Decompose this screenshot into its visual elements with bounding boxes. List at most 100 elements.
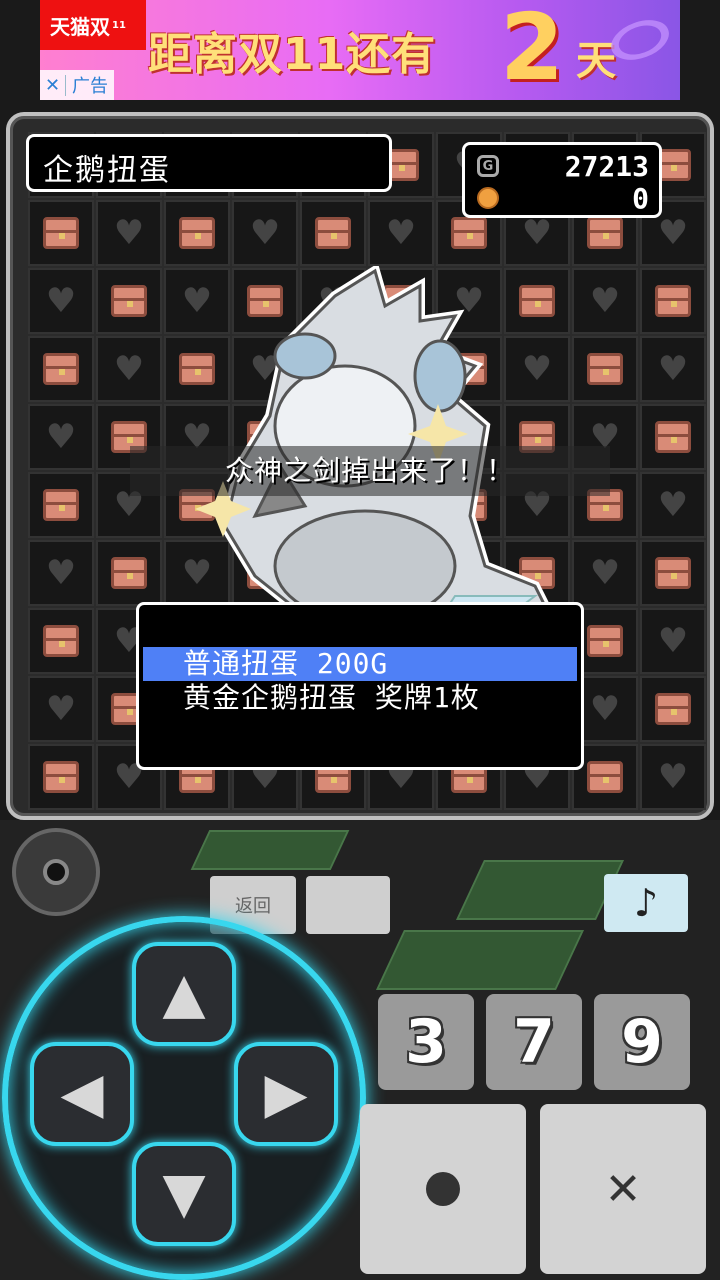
heart-icon: ♥ (657, 349, 689, 389)
heart-icon: ♥ (657, 621, 689, 661)
heart-icon: ♥ (589, 689, 621, 729)
treasure-chest-icon (43, 489, 79, 521)
cancel-button[interactable]: ✕ (540, 1104, 706, 1274)
treasure-chest-icon (655, 285, 691, 317)
ad-label[interactable]: ✕ 广告 (40, 70, 114, 100)
confirm-button[interactable] (360, 1104, 526, 1274)
heart-icon: ♥ (113, 349, 145, 389)
heart-icon: ♥ (521, 213, 553, 253)
treasure-chest-icon (43, 217, 79, 249)
arrow-down-icon: ▼ (162, 1161, 206, 1226)
heart-icon: ♥ (385, 213, 417, 253)
settings-gear-icon[interactable] (12, 828, 100, 916)
drop-message: 众神之剑掉出来了！！ (130, 446, 610, 496)
heart-icon: ♥ (45, 689, 77, 729)
key-3-button[interactable]: 3 (378, 994, 474, 1090)
heart-tile: ♥ (28, 268, 94, 334)
treasure-chest-icon (111, 285, 147, 317)
heart-icon: ♥ (589, 281, 621, 321)
background-tile (190, 830, 350, 870)
treasure-chest-icon (43, 761, 79, 793)
heart-tile: ♥ (640, 472, 706, 538)
treasure-chest-icon (587, 217, 623, 249)
gold-amount: 27213 (564, 149, 649, 183)
heart-tile: ♥ (640, 336, 706, 402)
dpad-left-button[interactable]: ◀ (30, 1042, 134, 1146)
game-screen: ♥♥♥♥♥♥♥♥♥♥♥♥♥♥♥♥♥♥♥♥♥♥♥♥♥♥♥♥♥♥♥♥♥♥♥♥♥♥♥♥… (6, 112, 714, 820)
background-tile (456, 860, 624, 920)
medal-icon (477, 187, 499, 209)
chest-tile (28, 744, 94, 810)
menu-item-normal-gacha[interactable]: 普通扭蛋 200G (143, 647, 577, 681)
music-toggle-button[interactable]: ♪ (604, 874, 688, 932)
heart-tile: ♥ (96, 336, 162, 402)
heart-tile: ♥ (368, 200, 434, 266)
chest-tile (572, 336, 638, 402)
heart-icon: ♥ (45, 417, 77, 457)
close-icon[interactable]: ✕ (40, 74, 66, 96)
background-tile (376, 930, 584, 990)
heart-icon: ♥ (657, 485, 689, 525)
ad-days: 2 (500, 0, 565, 100)
ad-headline: 距离双11还有 (148, 29, 437, 80)
chest-tile (300, 200, 366, 266)
blank-button[interactable] (306, 876, 390, 934)
treasure-chest-icon (43, 353, 79, 385)
medal-count: 0 (632, 181, 649, 215)
heart-icon: ♥ (249, 213, 281, 253)
chest-tile (164, 200, 230, 266)
heart-tile: ♥ (572, 268, 638, 334)
heart-icon: ♥ (589, 553, 621, 593)
heart-tile: ♥ (232, 200, 298, 266)
heart-tile: ♥ (28, 404, 94, 470)
dpad: ▲ ◀ ▶ ▼ (2, 916, 366, 1280)
chest-tile (640, 404, 706, 470)
treasure-chest-icon (587, 353, 623, 385)
treasure-chest-icon (655, 557, 691, 589)
circle-icon (426, 1172, 460, 1206)
chest-tile (28, 200, 94, 266)
treasure-chest-icon (655, 693, 691, 725)
chest-tile (96, 540, 162, 606)
chest-tile (96, 268, 162, 334)
treasure-chest-icon (179, 217, 215, 249)
heart-icon: ♥ (45, 553, 77, 593)
dpad-down-button[interactable]: ▼ (132, 1142, 236, 1246)
ad-days-unit: 天 (576, 38, 616, 84)
menu-item-gold-gacha[interactable]: 黄金企鹅扭蛋 奖牌1枚 (139, 681, 581, 715)
key-7-button[interactable]: 7 (486, 994, 582, 1090)
virtual-controller: 返回 ♪ ▲ ◀ ▶ ▼ 3 7 9 ✕ (0, 820, 720, 1280)
gacha-menu: 普通扭蛋 200G 黄金企鹅扭蛋 奖牌1枚 (136, 602, 584, 770)
treasure-chest-icon (655, 421, 691, 453)
heart-icon: ♥ (45, 281, 77, 321)
chest-tile (640, 676, 706, 742)
chest-tile (28, 336, 94, 402)
dpad-up-button[interactable]: ▲ (132, 942, 236, 1046)
music-note-icon: ♪ (633, 881, 659, 925)
dpad-right-button[interactable]: ▶ (234, 1042, 338, 1146)
heart-tile: ♥ (28, 676, 94, 742)
heart-tile: ♥ (96, 200, 162, 266)
heart-icon: ♥ (657, 757, 689, 797)
heart-tile: ♥ (640, 744, 706, 810)
currency-panel: G 27213 0 (462, 142, 662, 218)
chest-tile (28, 472, 94, 538)
treasure-chest-icon (315, 217, 351, 249)
heart-tile: ♥ (28, 540, 94, 606)
heart-icon: ♥ (657, 213, 689, 253)
heart-icon: ♥ (113, 213, 145, 253)
treasure-chest-icon (111, 557, 147, 589)
arrow-right-icon: ▶ (264, 1061, 308, 1126)
page-title: 企鹅扭蛋 (26, 134, 392, 192)
ad-brand: 天猫双 11 (40, 0, 146, 50)
heart-tile: ♥ (572, 540, 638, 606)
cross-icon: ✕ (604, 1163, 642, 1215)
heart-tile: ♥ (640, 608, 706, 674)
chest-tile (640, 268, 706, 334)
key-9-button[interactable]: 9 (594, 994, 690, 1090)
chest-tile (28, 608, 94, 674)
treasure-chest-icon (451, 217, 487, 249)
treasure-chest-icon (587, 625, 623, 657)
ad-banner[interactable]: 天猫双 11 距离双11还有 2 天 ✕ 广告 (40, 0, 680, 100)
treasure-chest-icon (43, 625, 79, 657)
